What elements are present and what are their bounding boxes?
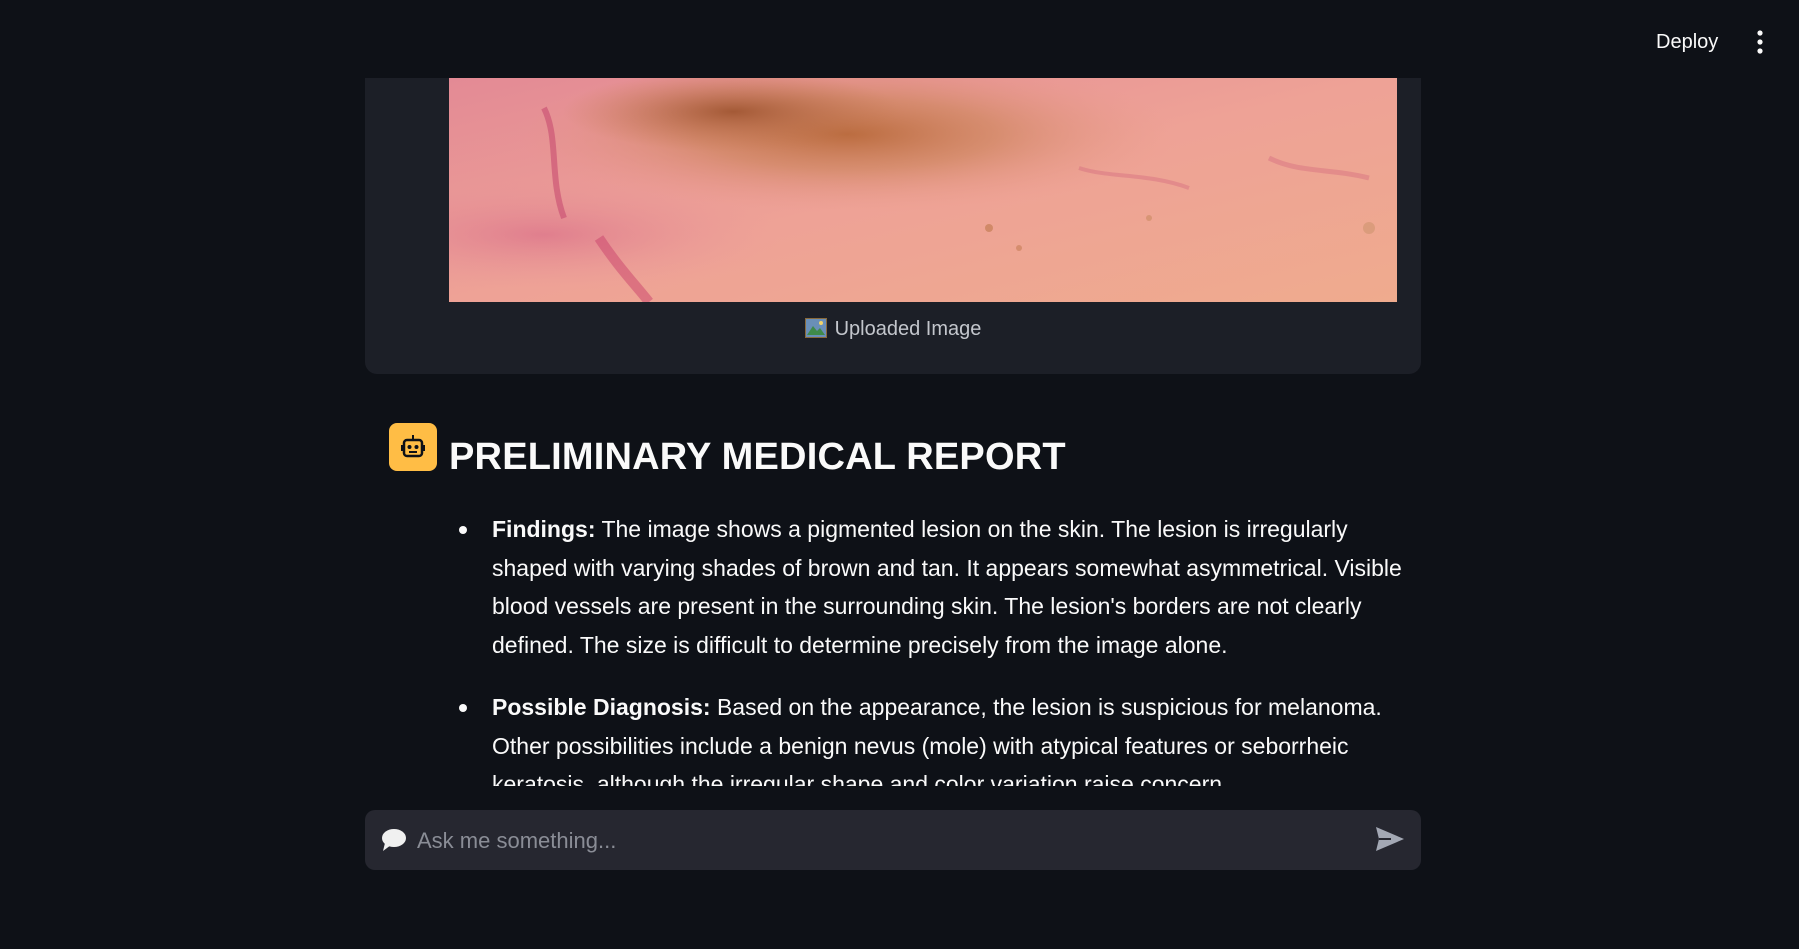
app-page: Deploy Uploaded Image PRELIMINARY MEDICA… (0, 0, 1799, 949)
list-item-possible-diagnosis: Possible Diagnosis: Based on the appeara… (459, 688, 1409, 786)
findings-label: Findings: (492, 516, 596, 542)
main-menu-button[interactable] (1742, 24, 1778, 60)
send-button[interactable] (1373, 824, 1407, 856)
speech-bubble-icon (381, 828, 407, 857)
deploy-button[interactable]: Deploy (1640, 24, 1734, 60)
framed-picture-icon (804, 318, 827, 344)
robot-icon (401, 435, 425, 458)
app-header: Deploy (0, 0, 1799, 78)
chat-input-bar (365, 810, 1421, 870)
findings-text: The image shows a pigmented lesion on th… (492, 516, 1402, 658)
assistant-avatar (389, 423, 437, 471)
uploaded-image-card: Uploaded Image (365, 78, 1421, 374)
diagnosis-label: Possible Diagnosis: (492, 694, 711, 720)
report-title: PRELIMINARY MEDICAL REPORT (449, 436, 1066, 478)
report-list: Findings: The image shows a pigmented le… (449, 510, 1409, 786)
send-icon (1376, 826, 1404, 851)
image-caption: Uploaded Image (365, 318, 1421, 344)
image-caption-text: Uploaded Image (834, 318, 982, 340)
vertical-dots-icon (1757, 30, 1763, 54)
report-body: Findings: The image shows a pigmented le… (449, 510, 1409, 786)
chat-message-input[interactable] (415, 820, 1339, 862)
list-item-findings: Findings: The image shows a pigmented le… (459, 510, 1409, 664)
uploaded-skin-image (449, 78, 1397, 302)
